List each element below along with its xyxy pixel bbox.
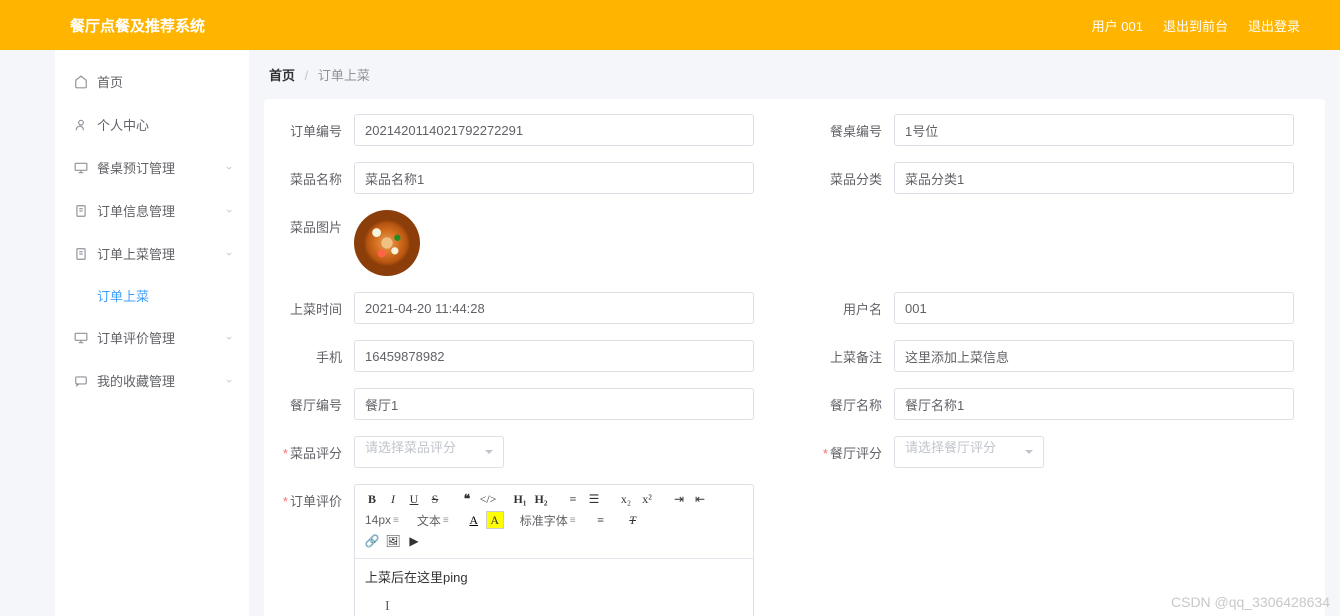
outdent-icon[interactable]: ⇤: [691, 490, 709, 508]
sidebar-item-table-reserve[interactable]: 餐桌预订管理 ›: [55, 146, 249, 189]
align-icon[interactable]: ≡: [592, 511, 610, 529]
serve-note-input[interactable]: [894, 340, 1294, 372]
table-no-input[interactable]: [894, 114, 1294, 146]
sidebar-subitem-order-serve[interactable]: 订单上菜: [55, 275, 249, 316]
link-icon[interactable]: 🔗: [363, 532, 381, 550]
dish-name-label: 菜品名称: [274, 162, 354, 188]
phone-label: 手机: [274, 340, 354, 366]
sidebar-item-home[interactable]: 首页: [55, 60, 249, 103]
document-icon: [73, 203, 89, 219]
dish-cat-input[interactable]: [894, 162, 1294, 194]
sidebar-item-order-review[interactable]: 订单评价管理 ›: [55, 316, 249, 359]
rest-name-input[interactable]: [894, 388, 1294, 420]
top-bar: 餐厅点餐及推荐系统 用户 001 退出到前台 退出登录: [0, 0, 1340, 50]
phone-input[interactable]: [354, 340, 754, 372]
italic-icon[interactable]: I: [384, 490, 402, 508]
sidebar-item-order-serve[interactable]: 订单上菜管理 ›: [55, 232, 249, 275]
text-cursor-icon: I: [385, 599, 390, 615]
breadcrumb-current: 订单上菜: [318, 68, 370, 83]
sidebar-item-label: 订单评价管理: [97, 328, 175, 347]
rich-text-editor: B I U S ❝ </> H₁ H₂ ≡: [354, 484, 754, 616]
clear-format-icon[interactable]: T: [624, 511, 642, 529]
chevron-icon: ›: [223, 209, 235, 213]
top-bar-right: 用户 001 退出到前台 退出登录: [1092, 16, 1300, 35]
main-content: 首页 / 订单上菜 订单编号 餐桌编号 菜品名称: [249, 50, 1340, 616]
sidebar-item-label: 餐桌预订管理: [97, 158, 175, 177]
chat-icon: [73, 373, 89, 389]
sidebar: 首页 个人中心 餐桌预订管理 › 订单信息管理 › 订单上菜管理 › 订单上菜 …: [55, 50, 249, 616]
dish-image[interactable]: [354, 210, 420, 276]
user-label[interactable]: 用户 001: [1092, 16, 1143, 35]
order-review-label: *订单评价: [274, 484, 354, 510]
sidebar-item-label: 订单信息管理: [97, 201, 175, 220]
dish-img-label: 菜品图片: [274, 210, 354, 236]
order-no-label: 订单编号: [274, 114, 354, 140]
logout-link[interactable]: 退出登录: [1248, 16, 1300, 35]
rest-name-label: 餐厅名称: [814, 388, 894, 414]
fontstyle-select[interactable]: 文本: [415, 512, 451, 529]
ordered-list-icon[interactable]: ≡: [564, 490, 582, 508]
sidebar-item-label: 首页: [97, 72, 123, 91]
serve-note-label: 上菜备注: [814, 340, 894, 366]
dish-rating-select[interactable]: 请选择菜品评分: [354, 436, 504, 468]
serve-time-label: 上菜时间: [274, 292, 354, 318]
sidebar-item-profile[interactable]: 个人中心: [55, 103, 249, 146]
strikethrough-icon[interactable]: S: [426, 490, 444, 508]
dish-rating-label: *菜品评分: [274, 436, 354, 462]
rest-no-label: 餐厅编号: [274, 388, 354, 414]
user-icon: [73, 117, 89, 133]
sidebar-item-favorites[interactable]: 我的收藏管理 ›: [55, 359, 249, 402]
editor-content: 上菜后在这里ping: [365, 570, 468, 585]
username-input[interactable]: [894, 292, 1294, 324]
chevron-icon: ›: [223, 166, 235, 170]
chevron-icon: ›: [223, 252, 235, 256]
username-label: 用户名: [814, 292, 894, 318]
chevron-icon: ›: [223, 379, 235, 383]
fontfamily-select[interactable]: 标准字体: [518, 512, 578, 529]
sidebar-item-label: 我的收藏管理: [97, 371, 175, 390]
rest-rating-label: *餐厅评分: [814, 436, 894, 462]
sidebar-item-label: 个人中心: [97, 115, 149, 134]
indent-icon[interactable]: ⇥: [670, 490, 688, 508]
document-icon: [73, 246, 89, 262]
chevron-icon: ›: [223, 336, 235, 340]
h2-icon[interactable]: H₂: [532, 490, 550, 508]
rest-no-input[interactable]: [354, 388, 754, 420]
dish-name-input[interactable]: [354, 162, 754, 194]
quote-icon[interactable]: ❝: [458, 490, 476, 508]
app-title: 餐厅点餐及推荐系统: [70, 15, 205, 36]
code-icon[interactable]: </>: [479, 490, 497, 508]
sidebar-item-order-info[interactable]: 订单信息管理 ›: [55, 189, 249, 232]
unordered-list-icon[interactable]: ☰: [585, 490, 603, 508]
breadcrumb: 首页 / 订单上菜: [249, 50, 1340, 99]
breadcrumb-separator: /: [305, 68, 309, 83]
bold-icon[interactable]: B: [363, 490, 381, 508]
superscript-icon[interactable]: x²: [638, 490, 656, 508]
editor-body[interactable]: 上菜后在这里ping I 1评 2瓶 3平 4凭 5ping 6屏: [355, 559, 753, 616]
sidebar-item-label: 订单上菜管理: [97, 244, 175, 263]
rest-rating-select[interactable]: 请选择餐厅评分: [894, 436, 1044, 468]
order-no-input[interactable]: [354, 114, 754, 146]
bg-color-icon[interactable]: A: [486, 511, 504, 529]
breadcrumb-home[interactable]: 首页: [269, 68, 295, 83]
logout-front-link[interactable]: 退出到前台: [1163, 16, 1228, 35]
underline-icon[interactable]: U: [405, 490, 423, 508]
video-icon[interactable]: ▶: [405, 532, 423, 550]
home-icon: [73, 74, 89, 90]
editor-toolbar: B I U S ❝ </> H₁ H₂ ≡: [355, 485, 753, 559]
monitor-icon: [73, 330, 89, 346]
monitor-icon: [73, 160, 89, 176]
h1-icon[interactable]: H₁: [511, 490, 529, 508]
text-color-icon[interactable]: A: [465, 511, 483, 529]
subscript-icon[interactable]: x₂: [617, 490, 635, 508]
image-icon[interactable]: 🖼: [384, 532, 402, 550]
form-card: 订单编号 餐桌编号 菜品名称 菜品分类: [264, 99, 1325, 616]
serve-time-input[interactable]: [354, 292, 754, 324]
fontsize-select[interactable]: 14px: [363, 513, 401, 527]
table-no-label: 餐桌编号: [814, 114, 894, 140]
dish-cat-label: 菜品分类: [814, 162, 894, 188]
